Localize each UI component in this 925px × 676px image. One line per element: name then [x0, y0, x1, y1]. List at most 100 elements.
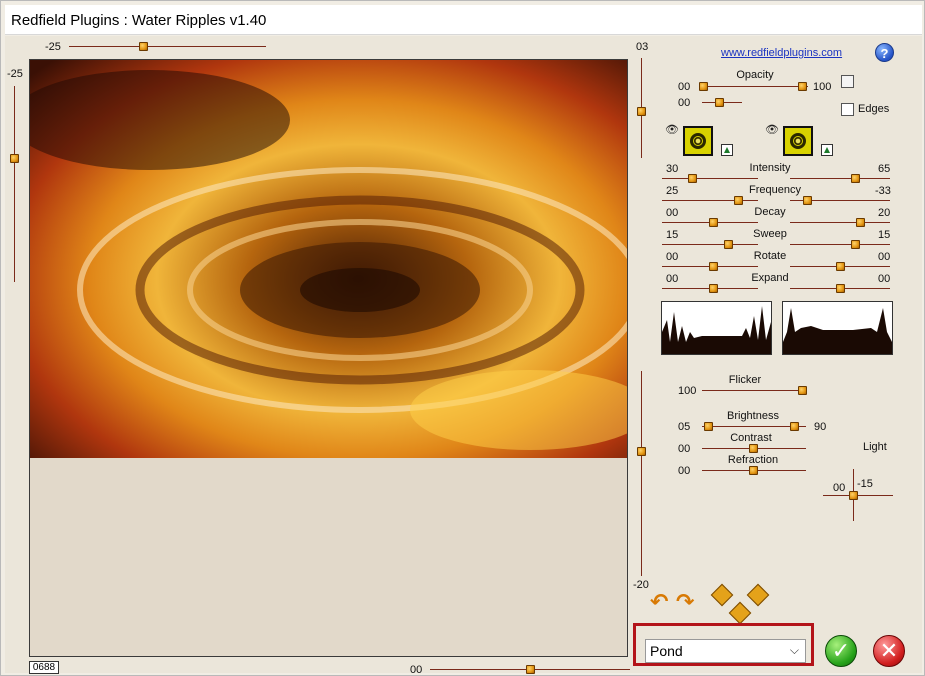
expand-left-value: 00 — [666, 273, 679, 285]
intensity-track-right[interactable] — [790, 178, 890, 179]
decay-knob-left[interactable] — [709, 218, 718, 227]
cancel-button[interactable]: ✕ — [873, 635, 905, 667]
top-slider-track[interactable] — [69, 46, 266, 47]
frequency-knob-right[interactable] — [803, 196, 812, 205]
decay-left-value: 00 — [666, 207, 679, 219]
contrast-knob[interactable] — [749, 444, 758, 453]
light-x-track[interactable] — [823, 495, 893, 496]
top-slider-knob[interactable] — [139, 42, 148, 51]
transparency-icon[interactable] — [841, 75, 854, 88]
intensity-knob-left[interactable] — [688, 174, 697, 183]
flicker-label: Flicker — [728, 374, 762, 386]
frequency-knob-left[interactable] — [734, 196, 743, 205]
help-icon[interactable]: ? — [875, 43, 894, 62]
right-slider-bottom-value: -20 — [633, 579, 649, 591]
rotate-label: Rotate — [753, 250, 787, 262]
frequency-track-left[interactable] — [662, 200, 758, 201]
opacity-knob-left[interactable] — [699, 82, 708, 91]
flicker-track[interactable] — [702, 390, 806, 391]
swatch-triangle-right[interactable] — [821, 144, 833, 156]
opacity-right-value: 100 — [813, 81, 832, 93]
refraction-knob[interactable] — [749, 466, 758, 475]
contrast-label: Contrast — [730, 432, 772, 444]
refraction-value: 00 — [678, 465, 691, 477]
opacity-second-knob[interactable] — [715, 98, 724, 107]
right-slider-knob-upper[interactable] — [637, 107, 646, 116]
expand-knob-left[interactable] — [709, 284, 718, 293]
plugin-content: -25 -25 0688 00 03 -20 www.redfieldplugi… — [5, 36, 922, 676]
opacity-second-value: 00 — [678, 97, 691, 109]
undo-icon[interactable]: ↶ — [650, 589, 668, 615]
preview-area[interactable] — [29, 59, 628, 657]
eye-icon-left[interactable]: 👁 — [665, 123, 679, 136]
sweep-left-value: 15 — [666, 229, 679, 241]
left-slider-value: -25 — [7, 68, 23, 80]
opacity-track[interactable] — [702, 86, 808, 87]
random-dice-icon-3[interactable] — [728, 601, 752, 625]
sweep-knob-right[interactable] — [851, 240, 860, 249]
website-link[interactable]: www.redfieldplugins.com — [721, 47, 842, 59]
decay-knob-right[interactable] — [856, 218, 865, 227]
bottom-slider-value: 00 — [410, 664, 423, 676]
decay-track-right[interactable] — [790, 222, 890, 223]
right-slider-knob-lower[interactable] — [637, 447, 646, 456]
rotate-right-value: 00 — [878, 251, 891, 263]
frequency-label: Frequency — [749, 184, 801, 196]
right-slider-top-value: 03 — [636, 41, 649, 53]
wave-profile-right-graph — [783, 308, 892, 354]
preview-image — [30, 60, 627, 458]
ok-button[interactable]: ✓ — [825, 635, 857, 667]
sweep-knob-left[interactable] — [724, 240, 733, 249]
expand-knob-right[interactable] — [836, 284, 845, 293]
sweep-track-right[interactable] — [790, 244, 890, 245]
left-slider-track[interactable] — [14, 86, 15, 282]
frequency-right-value: -33 — [875, 185, 891, 197]
random-dice-icon-1[interactable] — [710, 583, 734, 607]
flicker-value: 100 — [678, 385, 697, 397]
intensity-track-left[interactable] — [662, 178, 758, 179]
frequency-left-value: 25 — [666, 185, 679, 197]
light-y-value: -15 — [857, 478, 873, 490]
intensity-knob-right[interactable] — [851, 174, 860, 183]
wave-profile-left[interactable] — [661, 301, 772, 355]
preset-dropdown[interactable]: Pond ⌵ — [645, 639, 806, 663]
title-bar: Redfield Plugins : Water Ripples v1.40 — [5, 5, 922, 35]
eye-icon-right[interactable]: 👁 — [765, 123, 779, 136]
decay-label: Decay — [754, 206, 786, 218]
top-slider-value: -25 — [45, 41, 61, 53]
zoom-indicator: 0688 — [29, 661, 59, 674]
swatch-triangle-left[interactable] — [721, 144, 733, 156]
sweep-right-value: 15 — [878, 229, 891, 241]
chevron-down-icon: ⌵ — [789, 643, 799, 657]
refraction-label: Refraction — [727, 454, 779, 466]
left-slider-knob[interactable] — [10, 154, 19, 163]
right-slider-track-lower[interactable] — [641, 371, 642, 576]
ripple-swatch-left[interactable] — [683, 126, 713, 156]
bottom-slider-knob[interactable] — [526, 665, 535, 674]
expand-right-value: 00 — [878, 273, 891, 285]
rotate-knob-left[interactable] — [709, 262, 718, 271]
edges-checkbox[interactable] — [841, 103, 854, 116]
window-title: Redfield Plugins : Water Ripples v1.40 — [11, 12, 267, 29]
brightness-right-value: 90 — [814, 421, 827, 433]
preset-selected-value: Pond — [650, 643, 683, 659]
sweep-track-left[interactable] — [662, 244, 758, 245]
light-x-value: 00 — [833, 482, 846, 494]
light-label: Light — [863, 441, 887, 453]
redo-icon[interactable]: ↷ — [676, 589, 694, 615]
wave-profile-right[interactable] — [782, 301, 893, 355]
opacity-left-value: 00 — [678, 81, 691, 93]
flicker-knob[interactable] — [798, 386, 807, 395]
decay-right-value: 20 — [878, 207, 891, 219]
brightness-knob-right[interactable] — [790, 422, 799, 431]
random-dice-icon-2[interactable] — [746, 583, 770, 607]
rotate-knob-right[interactable] — [836, 262, 845, 271]
wave-profile-left-graph — [662, 306, 771, 354]
intensity-left-value: 30 — [666, 163, 679, 175]
opacity-knob-right[interactable] — [798, 82, 807, 91]
intensity-label: Intensity — [749, 162, 791, 174]
ripple-swatch-right[interactable] — [783, 126, 813, 156]
brightness-knob-left[interactable] — [704, 422, 713, 431]
sweep-label: Sweep — [753, 228, 787, 240]
light-knob[interactable] — [849, 491, 858, 500]
